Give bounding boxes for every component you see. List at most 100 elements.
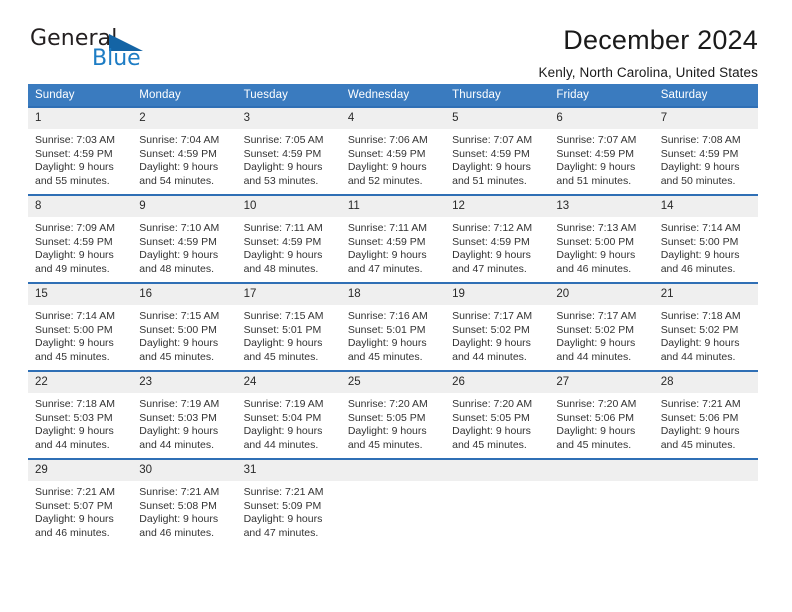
daylight-text-line1: Daylight: 9 hours <box>347 249 427 262</box>
calendar-day-cell[interactable]: 23 Sunrise: 7:19 AM Sunset: 5:03 PM Dayl… <box>132 370 237 459</box>
calendar-day-cell[interactable]: 24 Sunrise: 7:19 AM Sunset: 5:04 PM Dayl… <box>236 370 341 459</box>
calendar-day-cell[interactable]: 19 Sunrise: 7:17 AM Sunset: 5:02 PM Dayl… <box>445 282 550 371</box>
calendar-day-cell[interactable]: 4 Sunrise: 7:06 AM Sunset: 4:59 PM Dayli… <box>340 106 446 195</box>
sunrise-text: Sunrise: 7:13 AM <box>556 222 637 234</box>
calendar-day-cell-empty <box>653 458 758 546</box>
day-number: 1 <box>28 108 133 129</box>
calendar-day-cell[interactable]: 16 Sunrise: 7:15 AM Sunset: 5:00 PM Dayl… <box>132 282 237 371</box>
calendar-day-cell[interactable]: 28 Sunrise: 7:21 AM Sunset: 5:06 PM Dayl… <box>653 370 758 459</box>
calendar-day-cell[interactable]: 3 Sunrise: 7:05 AM Sunset: 4:59 PM Dayli… <box>236 106 341 195</box>
calendar-day-cell[interactable]: 10 Sunrise: 7:11 AM Sunset: 4:59 PM Dayl… <box>236 194 341 283</box>
day-details: Sunrise: 7:12 AM Sunset: 4:59 PM Dayligh… <box>445 217 549 276</box>
day-details: Sunrise: 7:18 AM Sunset: 5:03 PM Dayligh… <box>28 393 132 452</box>
day-number <box>549 460 654 481</box>
daylight-text-line1: Daylight: 9 hours <box>139 161 219 174</box>
sunset-text: Sunset: 5:03 PM <box>35 411 113 424</box>
daylight-text-line1: Daylight: 9 hours <box>660 425 740 438</box>
daylight-text-line2: and 48 minutes. <box>139 262 214 275</box>
calendar-day-cell[interactable]: 7 Sunrise: 7:08 AM Sunset: 4:59 PM Dayli… <box>653 106 758 195</box>
calendar-day-cell[interactable]: 13 Sunrise: 7:13 AM Sunset: 5:00 PM Dayl… <box>549 194 654 283</box>
daylight-text-line1: Daylight: 9 hours <box>556 337 636 350</box>
day-number: 10 <box>236 196 341 217</box>
calendar-day-cell[interactable]: 6 Sunrise: 7:07 AM Sunset: 4:59 PM Dayli… <box>549 106 654 195</box>
daylight-text-line1: Daylight: 9 hours <box>556 161 636 174</box>
day-number <box>653 460 758 481</box>
weekday-header-thursday: Thursday <box>445 84 550 107</box>
calendar-day-cell[interactable]: 21 Sunrise: 7:18 AM Sunset: 5:02 PM Dayl… <box>653 282 758 371</box>
daylight-text-line1: Daylight: 9 hours <box>452 337 531 350</box>
sunrise-text: Sunrise: 7:21 AM <box>35 486 115 498</box>
day-details: Sunrise: 7:21 AM Sunset: 5:06 PM Dayligh… <box>654 393 758 452</box>
daylight-text-line1: Daylight: 9 hours <box>35 425 114 438</box>
generalblue-logo[interactable]: General Blue <box>30 26 180 74</box>
day-number: 19 <box>445 284 550 305</box>
daylight-text-line1: Daylight: 9 hours <box>243 513 323 526</box>
calendar-day-cell[interactable]: 30 Sunrise: 7:21 AM Sunset: 5:08 PM Dayl… <box>132 458 237 546</box>
sunrise-text: Sunrise: 7:20 AM <box>556 398 637 410</box>
daylight-text-line2: and 44 minutes. <box>35 438 110 451</box>
day-number: 25 <box>340 372 446 393</box>
daylight-text-line2: and 47 minutes. <box>243 526 319 539</box>
daylight-text-line1: Daylight: 9 hours <box>139 513 219 526</box>
day-details: Sunrise: 7:18 AM Sunset: 5:02 PM Dayligh… <box>654 305 758 364</box>
sunset-text: Sunset: 4:59 PM <box>452 235 530 248</box>
calendar-day-cell[interactable]: 15 Sunrise: 7:14 AM Sunset: 5:00 PM Dayl… <box>28 282 133 371</box>
daylight-text-line2: and 44 minutes. <box>243 438 319 451</box>
daylight-text-line1: Daylight: 9 hours <box>35 161 114 174</box>
page-subtitle-location: Kenly, North Carolina, United States <box>538 65 758 81</box>
sunset-text: Sunset: 4:59 PM <box>139 147 217 160</box>
sunrise-text: Sunrise: 7:21 AM <box>243 486 324 498</box>
daylight-text-line1: Daylight: 9 hours <box>347 337 427 350</box>
weekday-header-friday: Friday <box>549 84 654 107</box>
daylight-text-line1: Daylight: 9 hours <box>556 425 636 438</box>
calendar-page: General Blue December 2024 Kenly, North … <box>0 0 792 612</box>
calendar-day-cell[interactable]: 20 Sunrise: 7:17 AM Sunset: 5:02 PM Dayl… <box>549 282 654 371</box>
calendar-day-cell[interactable]: 22 Sunrise: 7:18 AM Sunset: 5:03 PM Dayl… <box>28 370 133 459</box>
sunset-text: Sunset: 5:01 PM <box>347 323 426 336</box>
day-details: Sunrise: 7:08 AM Sunset: 4:59 PM Dayligh… <box>654 129 758 188</box>
day-number: 5 <box>445 108 550 129</box>
day-number: 15 <box>28 284 133 305</box>
day-details: Sunrise: 7:07 AM Sunset: 4:59 PM Dayligh… <box>445 129 549 188</box>
sunset-text: Sunset: 4:59 PM <box>35 235 113 248</box>
calendar-day-cell[interactable]: 1 Sunrise: 7:03 AM Sunset: 4:59 PM Dayli… <box>28 106 133 195</box>
day-details: Sunrise: 7:21 AM Sunset: 5:09 PM Dayligh… <box>237 481 341 540</box>
daylight-text-line2: and 45 minutes. <box>35 350 110 363</box>
calendar-day-cell[interactable]: 12 Sunrise: 7:12 AM Sunset: 4:59 PM Dayl… <box>445 194 550 283</box>
sunset-text: Sunset: 4:59 PM <box>243 147 322 160</box>
daylight-text-line2: and 44 minutes. <box>556 350 632 363</box>
sunrise-text: Sunrise: 7:18 AM <box>35 398 115 410</box>
calendar-day-cell[interactable]: 17 Sunrise: 7:15 AM Sunset: 5:01 PM Dayl… <box>236 282 341 371</box>
calendar-week-row: 1 Sunrise: 7:03 AM Sunset: 4:59 PM Dayli… <box>28 106 758 195</box>
day-number: 29 <box>28 460 133 481</box>
daylight-text-line2: and 52 minutes. <box>347 174 423 187</box>
sunrise-text: Sunrise: 7:05 AM <box>243 134 324 146</box>
sunrise-text: Sunrise: 7:19 AM <box>243 398 324 410</box>
calendar-day-cell[interactable]: 25 Sunrise: 7:20 AM Sunset: 5:05 PM Dayl… <box>340 370 446 459</box>
day-details: Sunrise: 7:17 AM Sunset: 5:02 PM Dayligh… <box>445 305 549 364</box>
daylight-text-line2: and 53 minutes. <box>243 174 319 187</box>
calendar-day-cell[interactable]: 26 Sunrise: 7:20 AM Sunset: 5:05 PM Dayl… <box>445 370 550 459</box>
day-details: Sunrise: 7:19 AM Sunset: 5:03 PM Dayligh… <box>132 393 236 452</box>
calendar-day-cell[interactable]: 8 Sunrise: 7:09 AM Sunset: 4:59 PM Dayli… <box>28 194 133 283</box>
day-details: Sunrise: 7:15 AM Sunset: 5:00 PM Dayligh… <box>132 305 236 364</box>
calendar-day-cell[interactable]: 14 Sunrise: 7:14 AM Sunset: 5:00 PM Dayl… <box>653 194 758 283</box>
calendar-day-cell[interactable]: 31 Sunrise: 7:21 AM Sunset: 5:09 PM Dayl… <box>236 458 341 546</box>
calendar-day-cell[interactable]: 5 Sunrise: 7:07 AM Sunset: 4:59 PM Dayli… <box>445 106 550 195</box>
calendar-week-row: 8 Sunrise: 7:09 AM Sunset: 4:59 PM Dayli… <box>28 194 758 283</box>
daylight-text-line1: Daylight: 9 hours <box>243 161 323 174</box>
calendar-day-cell-empty <box>549 458 654 546</box>
calendar-day-cell[interactable]: 29 Sunrise: 7:21 AM Sunset: 5:07 PM Dayl… <box>28 458 133 546</box>
daylight-text-line1: Daylight: 9 hours <box>660 161 740 174</box>
calendar-day-cell[interactable]: 2 Sunrise: 7:04 AM Sunset: 4:59 PM Dayli… <box>132 106 237 195</box>
daylight-text-line1: Daylight: 9 hours <box>452 161 531 174</box>
sunrise-text: Sunrise: 7:18 AM <box>660 310 741 322</box>
sunrise-text: Sunrise: 7:17 AM <box>556 310 637 322</box>
calendar-day-cell[interactable]: 11 Sunrise: 7:11 AM Sunset: 4:59 PM Dayl… <box>340 194 446 283</box>
daylight-text-line1: Daylight: 9 hours <box>139 337 219 350</box>
sunrise-text: Sunrise: 7:20 AM <box>347 398 428 410</box>
calendar-day-cell[interactable]: 27 Sunrise: 7:20 AM Sunset: 5:06 PM Dayl… <box>549 370 654 459</box>
calendar-day-cell[interactable]: 18 Sunrise: 7:16 AM Sunset: 5:01 PM Dayl… <box>340 282 446 371</box>
calendar-day-cell[interactable]: 9 Sunrise: 7:10 AM Sunset: 4:59 PM Dayli… <box>132 194 237 283</box>
daylight-text-line2: and 51 minutes. <box>452 174 527 187</box>
